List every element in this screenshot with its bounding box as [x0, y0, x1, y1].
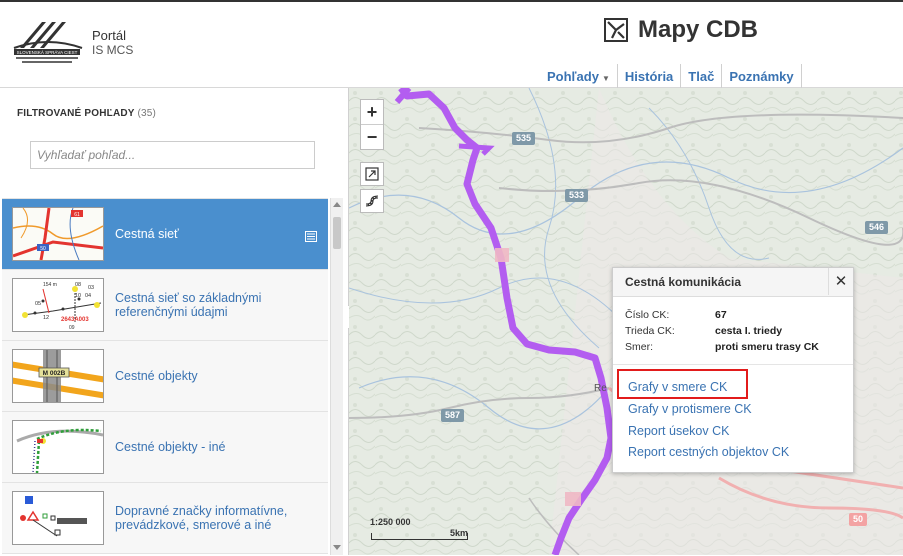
view-item-cestna-siet-referencne[interactable]: 154 m 05 12 08 03 10 04 09 2643A003 Cest… — [2, 270, 328, 341]
popup-divider — [613, 364, 853, 365]
view-item-label: Cestné objekty - iné — [115, 440, 226, 454]
views-list: 61 50 Cestná sieť 154 m 05 12 08 03 10 0… — [2, 198, 328, 556]
view-item-cestna-siet[interactable]: 61 50 Cestná sieť — [2, 199, 328, 270]
app-title-area: Mapy CDB — [604, 15, 758, 45]
close-icon[interactable]: ✕ — [828, 268, 853, 295]
search-views-input[interactable] — [30, 141, 315, 169]
attr-key-trieda: Trieda CK: — [625, 325, 675, 337]
view-item-cestne-objekty[interactable]: M 002B Cestné objekty — [2, 341, 328, 412]
road-number-535: 535 — [512, 132, 536, 145]
views-sidebar: FILTROVANÉ POHĽADY (35) 61 50 — [0, 88, 349, 555]
road-icon — [365, 195, 379, 207]
highlight-box — [617, 369, 748, 399]
thumb-node-08: 08 — [75, 282, 81, 288]
route-tool-button[interactable] — [360, 189, 384, 213]
thumbnail-road-objects-other — [12, 420, 104, 474]
views-list-scrollbar[interactable] — [330, 198, 343, 555]
nav-tlac[interactable]: Tlač — [681, 64, 723, 90]
nav-pohlady[interactable]: Pohľady ▼ — [540, 64, 618, 90]
road-number-50: 50 — [849, 513, 868, 526]
nav-pohlady-label: Pohľady — [547, 69, 599, 84]
view-item-label: Cestná sieť so základnými referenčnými ú… — [115, 291, 262, 319]
link-grafy-v-protismere[interactable]: Grafy v protismere CK — [628, 402, 752, 416]
attr-key-smer: Smer: — [625, 341, 654, 353]
popup-header: Cestná komunikácia ✕ — [613, 268, 853, 297]
attr-value-cislo: 67 — [715, 309, 727, 321]
app-title: Mapy CDB — [638, 16, 759, 43]
ssc-logo[interactable]: SLOVENSKÁ SPRÁVA CIEST — [12, 18, 84, 64]
road-number-587: 587 — [441, 409, 465, 422]
popup-title: Cestná komunikácia — [625, 275, 742, 289]
thumb-node-10: 10 — [75, 293, 81, 299]
view-item-dopravne-znacky[interactable]: Dopravné značky informatívne, prevádzkov… — [2, 483, 328, 554]
view-item-label: Dopravné značky informatívne, prevádzkov… — [115, 504, 288, 532]
scroll-thumb[interactable] — [333, 217, 341, 249]
main-nav: Pohľady ▼ História Tlač Poznámky — [540, 64, 802, 90]
thumb-node-09: 09 — [69, 325, 75, 331]
attr-value-smer: proti smeru trasy CK — [715, 341, 819, 353]
view-item-label: Cestné objekty — [115, 369, 198, 383]
road-number-533: 533 — [565, 189, 589, 202]
link-report-usekov[interactable]: Report úsekov CK — [628, 424, 729, 438]
fullscreen-button[interactable] — [360, 162, 384, 186]
thumbnail-road-network: 61 50 — [12, 207, 104, 261]
logo-text: SLOVENSKÁ SPRÁVA CIEST — [17, 49, 78, 55]
expand-icon — [365, 167, 379, 181]
zoom-control: + − — [360, 99, 384, 150]
zoom-in-button[interactable]: + — [361, 100, 383, 124]
link-report-cestnych-objektov[interactable]: Report cestných objektov CK — [628, 445, 789, 459]
portal-name: Portál — [92, 28, 126, 43]
thumb-road-number-50: 50 — [40, 246, 46, 252]
map-app-icon — [604, 18, 628, 42]
filtered-views-count: (35) — [137, 108, 157, 119]
scroll-up-icon[interactable] — [333, 202, 341, 207]
view-item-cestne-objekty-ine[interactable]: Cestné objekty - iné — [2, 412, 328, 483]
nav-poznamky[interactable]: Poznámky — [722, 64, 802, 90]
thumb-station-label: 154 m — [43, 282, 57, 288]
road-number-546: 546 — [865, 221, 889, 234]
thumb-code-label: 2643A003 — [61, 317, 89, 323]
thumb-bridge-label: M 002B — [43, 370, 66, 377]
thumb-road-number-61: 61 — [74, 212, 80, 218]
map-place-label: Re — [594, 383, 607, 394]
thumbnail-road-objects: M 002B — [12, 349, 104, 403]
thumb-node-04: 04 — [85, 293, 91, 299]
map-scale-label: 1:250 000 — [370, 517, 411, 527]
thumbnail-traffic-signs — [12, 491, 104, 545]
zoom-out-button[interactable]: − — [361, 124, 383, 149]
portal-subtitle: IS MCS — [92, 43, 134, 57]
attr-value-trieda: cesta I. triedy — [715, 325, 783, 337]
view-item-label: Cestná sieť — [115, 227, 179, 241]
list-icon[interactable] — [305, 229, 317, 242]
thumb-node-03: 03 — [88, 285, 94, 291]
thumb-node-12: 12 — [43, 315, 49, 321]
nav-historia[interactable]: História — [618, 64, 682, 90]
top-bar: SLOVENSKÁ SPRÁVA CIEST Portál IS MCS Map… — [0, 0, 903, 90]
scroll-down-icon[interactable] — [333, 545, 341, 550]
chevron-down-icon: ▼ — [601, 74, 610, 83]
thumbnail-road-reference: 154 m 05 12 08 03 10 04 09 2643A003 — [12, 278, 104, 332]
thumb-node-05: 05 — [35, 301, 41, 307]
filtered-views-title: FILTROVANÉ POHĽADY — [17, 108, 135, 119]
map-scale-km: 5km — [450, 528, 469, 538]
filtered-views-heading: FILTROVANÉ POHĽADY (35) — [17, 108, 156, 119]
attr-key-cislo: Číslo CK: — [625, 309, 670, 321]
